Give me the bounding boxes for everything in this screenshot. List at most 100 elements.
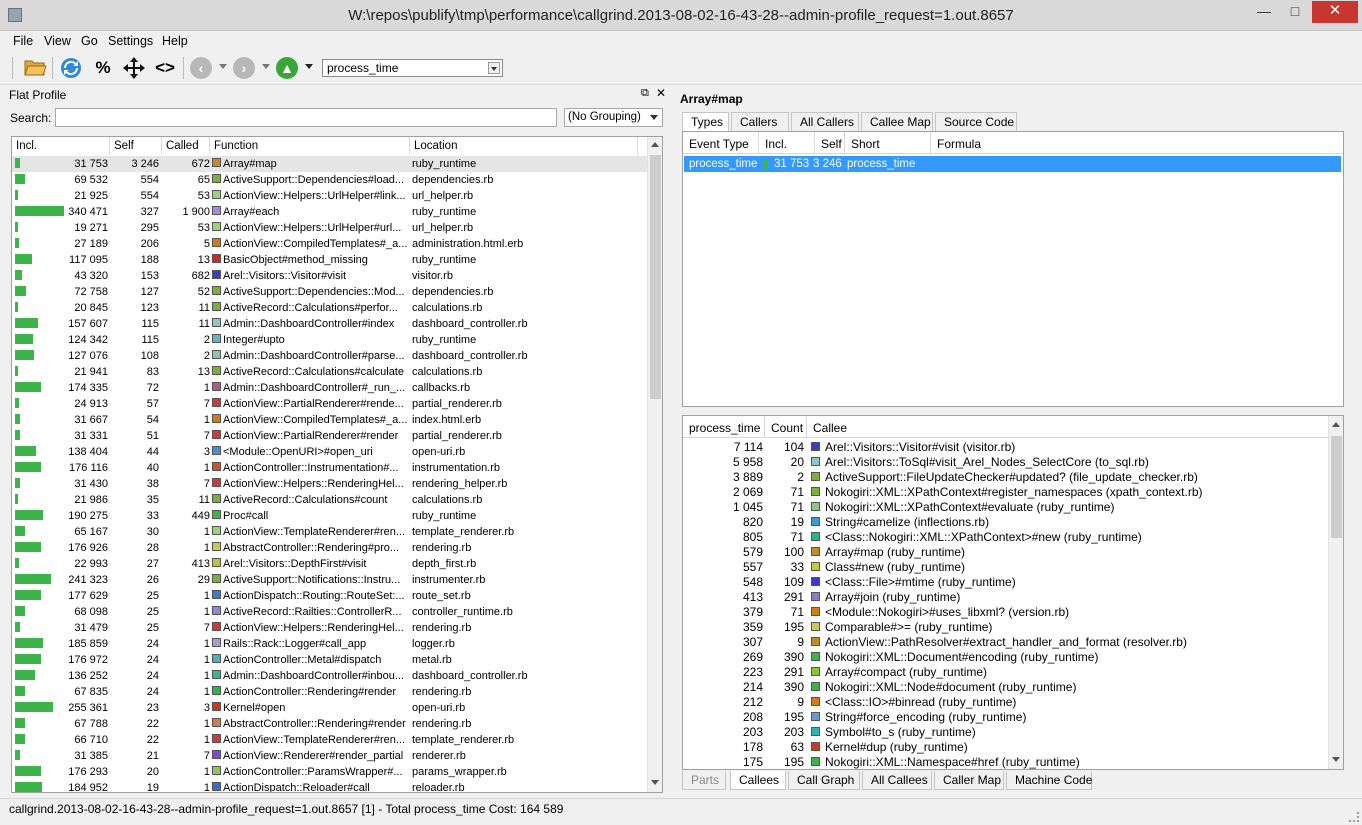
tab-callers[interactable]: Callers — [731, 112, 789, 131]
table-row[interactable]: 69 532 554 65 ActiveSupport::Dependencies#l… — [12, 172, 650, 188]
flat-profile-table[interactable]: Incl. Self Called Function Location 31 7… — [11, 136, 663, 793]
menu-file[interactable]: File — [13, 34, 33, 48]
header-location[interactable]: Location — [410, 137, 638, 155]
table-row[interactable]: 21 986 35 11 ActiveRecord::Calculations#cou… — [12, 492, 650, 508]
header-called[interactable]: Called — [162, 137, 210, 155]
table-row[interactable]: 185 859 24 1 Rails::Rack::Logger#call_app lo… — [12, 636, 650, 652]
forward-arrow-icon[interactable]: › — [233, 57, 255, 79]
table-row[interactable]: 65 167 30 1 ActionView::TemplateRenderer#re… — [12, 524, 650, 540]
tab-call-graph[interactable]: Call Graph — [788, 771, 860, 790]
table-row[interactable]: 307 9 ActionView::PathResolver#extract_han… — [683, 635, 1329, 650]
table-row[interactable]: 340 471 327 1 900 Array#each ruby_runtime — [12, 204, 650, 220]
table-row[interactable]: 124 342 115 2 Integer#upto ruby_runtime — [12, 332, 650, 348]
table-row[interactable]: 176 116 40 1 ActionController::Instrumentat… — [12, 460, 650, 476]
table-row[interactable]: 67 835 24 1 ActionController::Rendering#ren… — [12, 684, 650, 700]
table-row[interactable]: 24 913 57 7 ActionView::PartialRenderer#ren… — [12, 396, 650, 412]
table-row[interactable]: 21 925 554 53 ActionView::Helpers::UrlHelpe… — [12, 188, 650, 204]
header-event-type[interactable]: Event Type — [683, 132, 759, 154]
table-row[interactable]: 178 63 Kernel#dup (ruby_runtime) — [683, 740, 1329, 755]
tab-machine-code[interactable]: Machine Code — [1006, 771, 1092, 790]
table-row[interactable]: 413 291 Array#join (ruby_runtime) — [683, 590, 1329, 605]
tab-all-callees[interactable]: All Callees — [862, 771, 932, 790]
event-type-select[interactable]: process_time — [322, 59, 503, 77]
table-row[interactable]: 67 788 22 1 AbstractController::Rendering#r… — [12, 716, 650, 732]
tab-types[interactable]: Types — [682, 112, 729, 132]
tab-callee-map[interactable]: Callee Map — [861, 112, 933, 131]
event-type-row[interactable]: process_time 31 753 3 246 process_time — [684, 156, 1341, 172]
table-row[interactable]: 68 098 25 1 ActiveRecord::Railties::Control… — [12, 604, 650, 620]
header-callee[interactable]: Callee — [807, 416, 1329, 438]
header-formula[interactable]: Formula — [931, 132, 1343, 154]
table-row[interactable]: 175 195 Nokogiri::XML::Namespace#href (rub… — [683, 755, 1329, 769]
flat-scrollbar[interactable] — [647, 137, 662, 792]
header-function[interactable]: Function — [210, 137, 410, 155]
table-row[interactable]: 548 109 <Class::File>#mtime (ruby_runtime) — [683, 575, 1329, 590]
table-row[interactable]: 241 323 26 29 ActiveSupport::Notifications:… — [12, 572, 650, 588]
table-row[interactable]: 176 293 20 1 ActionController::ParamsWrappe… — [12, 764, 650, 780]
header-self[interactable]: Self — [815, 132, 845, 154]
table-row[interactable]: 2 069 71 Nokogiri::XML::XPathContext#regis… — [683, 485, 1329, 500]
header-process-time[interactable]: process_time — [683, 416, 765, 438]
table-row[interactable]: 19 271 295 53 ActionView::Helpers::UrlHelpe… — [12, 220, 650, 236]
back-arrow-icon[interactable]: ‹ — [190, 57, 212, 79]
minimize-button[interactable]: — — [1250, 1, 1278, 23]
table-row[interactable]: 5 958 20 Arel::Visitors::ToSql#visit_Arel_… — [683, 455, 1329, 470]
table-row[interactable]: 255 361 23 3 Kernel#open open-uri.rb — [12, 700, 650, 716]
up-dropdown-icon[interactable] — [305, 64, 313, 69]
table-row[interactable]: 203 203 Symbol#to_s (ruby_runtime) — [683, 725, 1329, 740]
back-dropdown-icon[interactable] — [219, 64, 227, 69]
tab-source-code[interactable]: Source Code — [935, 112, 1017, 131]
tab-all-callers[interactable]: All Callers — [791, 112, 859, 131]
percent-icon[interactable]: % — [90, 56, 116, 80]
table-row[interactable]: 157 607 115 11 Admin::DashboardController#i… — [12, 316, 650, 332]
menu-go[interactable]: Go — [81, 34, 98, 48]
table-row[interactable]: 214 390 Nokogiri::XML::Node#document (ruby… — [683, 680, 1329, 695]
event-types-table[interactable]: Event Type Incl. Self Short Formula proc… — [682, 131, 1344, 407]
close-button[interactable]: ✕ — [1312, 1, 1358, 23]
table-row[interactable]: 820 19 String#camelize (inflections.rb) — [683, 515, 1329, 530]
table-row[interactable]: 138 404 44 3 <Module::OpenURI>#open_uri open… — [12, 444, 650, 460]
menu-view[interactable]: View — [44, 34, 71, 48]
table-row[interactable]: 579 100 Array#map (ruby_runtime) — [683, 545, 1329, 560]
table-row[interactable]: 177 629 25 1 ActionDispatch::Routing::Route… — [12, 588, 650, 604]
scroll-thumb[interactable] — [1331, 436, 1342, 538]
table-row[interactable]: 1 045 71 Nokogiri::XML::XPathContext#evalu… — [683, 500, 1329, 515]
table-row[interactable]: 805 71 <Class::Nokogiri::XML::XPathContext… — [683, 530, 1329, 545]
scroll-up-icon[interactable] — [1332, 422, 1340, 427]
scroll-down-icon[interactable] — [651, 780, 659, 785]
close-panel-icon[interactable]: ✕ — [656, 86, 666, 100]
table-row[interactable]: 20 845 123 11 ActiveRecord::Calculations#pe… — [12, 300, 650, 316]
search-input[interactable] — [55, 108, 557, 127]
table-row[interactable]: 31 331 51 7 ActionView::PartialRenderer#ren… — [12, 428, 650, 444]
table-row[interactable]: 379 71 <Module::Nokogiri>#uses_libxml? (ve… — [683, 605, 1329, 620]
table-row[interactable]: 184 952 19 1 ActionDispatch::Reloader#call r… — [12, 780, 650, 792]
move-arrows-icon[interactable] — [121, 56, 147, 80]
table-row[interactable]: 31 667 54 1 ActionView::CompiledTemplates#_… — [12, 412, 650, 428]
table-row[interactable]: 127 076 108 2 Admin::DashboardController#pa… — [12, 348, 650, 364]
forward-dropdown-icon[interactable] — [262, 64, 270, 69]
table-row[interactable]: 208 195 String#force_encoding (ruby_runtim… — [683, 710, 1329, 725]
table-row[interactable]: 176 972 24 1 ActionController::Metal#dispat… — [12, 652, 650, 668]
tab-callees[interactable]: Callees — [730, 771, 786, 790]
header-incl[interactable]: Incl. — [12, 137, 110, 155]
table-row[interactable]: 174 335 72 1 Admin::DashboardController#_ru… — [12, 380, 650, 396]
table-row[interactable]: 136 252 24 1 Admin::DashboardController#inb… — [12, 668, 650, 684]
table-row[interactable]: 31 385 21 7 ActionView::Renderer#render_par… — [12, 748, 650, 764]
reload-icon[interactable] — [58, 56, 84, 80]
table-row[interactable]: 66 710 22 1 ActionView::TemplateRenderer#re… — [12, 732, 650, 748]
resize-grip-icon[interactable] — [1349, 812, 1359, 822]
callees-table[interactable]: process_time Count Callee 7 114 104 Arel::… — [682, 415, 1344, 770]
table-row[interactable]: 43 320 153 682 Arel::Visitors::Visitor#visi… — [12, 268, 650, 284]
menu-settings[interactable]: Settings — [108, 34, 153, 48]
tab-caller-map[interactable]: Caller Map — [934, 771, 1004, 790]
table-row[interactable]: 22 993 27 413 Arel::Visitors::DepthFirst#vi… — [12, 556, 650, 572]
header-count[interactable]: Count — [765, 416, 807, 438]
table-row[interactable]: 72 758 127 52 ActiveSupport::Dependencies::… — [12, 284, 650, 300]
up-arrow-icon[interactable]: ▲ — [276, 57, 298, 79]
table-row[interactable]: 269 390 Nokogiri::XML::Document#encoding (… — [683, 650, 1329, 665]
table-row[interactable]: 117 095 188 13 BasicObject#method_missing ru… — [12, 252, 650, 268]
menu-help[interactable]: Help — [162, 34, 188, 48]
scroll-up-icon[interactable] — [651, 142, 659, 147]
callees-scrollbar[interactable] — [1328, 416, 1343, 769]
undock-icon[interactable]: ⧉ — [641, 87, 649, 100]
